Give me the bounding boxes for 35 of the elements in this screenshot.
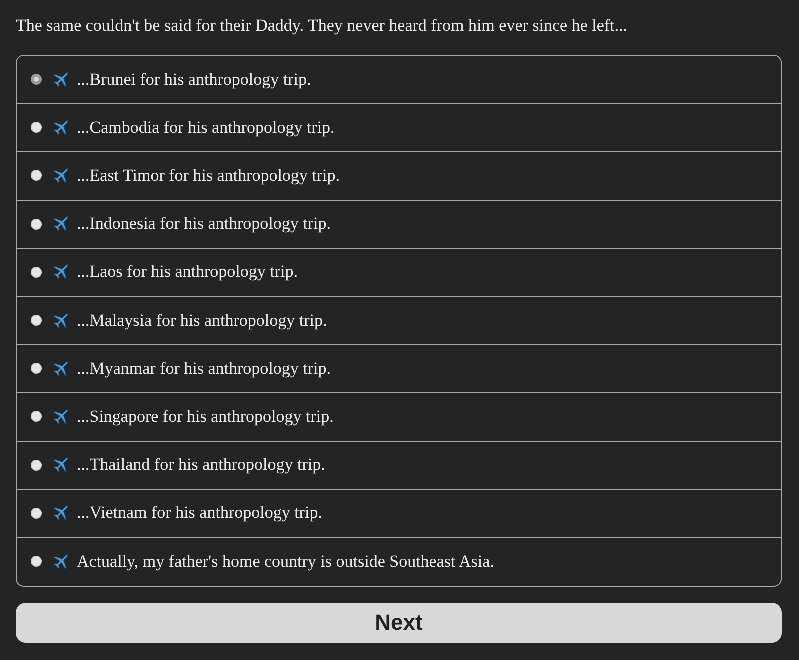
airplane-icon — [53, 312, 69, 329]
radio-button[interactable] — [31, 266, 42, 278]
airplane-icon — [53, 408, 69, 425]
radio-button[interactable] — [31, 508, 42, 519]
airplane-icon — [53, 168, 69, 184]
option-label[interactable]: ...Vietnam for his anthropology trip. — [77, 503, 322, 524]
option-label[interactable]: ...Malaysia for his anthropology trip. — [77, 310, 328, 331]
radio-button[interactable] — [31, 170, 42, 182]
radio-button[interactable] — [31, 556, 42, 568]
option-label[interactable]: ...Singapore for his anthropology trip. — [77, 406, 334, 427]
option-label[interactable]: ...Thailand for his anthropology trip. — [77, 455, 326, 476]
airplane-icon — [53, 554, 69, 570]
airplane-icon — [53, 72, 69, 88]
radio-button[interactable] — [31, 315, 42, 326]
radio-button[interactable] — [31, 218, 42, 230]
option-label[interactable]: ...East Timor for his anthropology trip. — [77, 166, 340, 186]
option-label[interactable]: ...Laos for his anthropology trip. — [77, 262, 298, 282]
airplane-icon — [53, 360, 69, 377]
option-label[interactable]: Actually, my father's home country is outside Southeast Asia. — [77, 552, 494, 572]
airplane-icon — [53, 457, 69, 474]
radio-button[interactable] — [31, 363, 42, 374]
option-label[interactable]: ...Myanmar for his anthropology trip. — [77, 358, 332, 379]
airplane-icon — [53, 264, 69, 280]
question-text: The same couldn't be said for their Daddy. They never heard from him ever since he left... — [16, 15, 629, 37]
radio-button[interactable] — [31, 411, 42, 422]
radio-button[interactable] — [31, 122, 42, 134]
next-button[interactable]: Next — [16, 603, 782, 644]
airplane-icon — [53, 505, 69, 522]
airplane-icon — [53, 216, 69, 232]
option-label[interactable]: ...Indonesia for his anthropology trip. — [77, 214, 332, 234]
option-label[interactable]: ...Cambodia for his anthropology trip. — [77, 118, 335, 138]
airplane-icon — [53, 120, 69, 136]
option-label[interactable]: ...Brunei for his anthropology trip. — [77, 70, 312, 90]
radio-button[interactable] — [31, 74, 42, 86]
radio-button[interactable] — [31, 460, 42, 471]
